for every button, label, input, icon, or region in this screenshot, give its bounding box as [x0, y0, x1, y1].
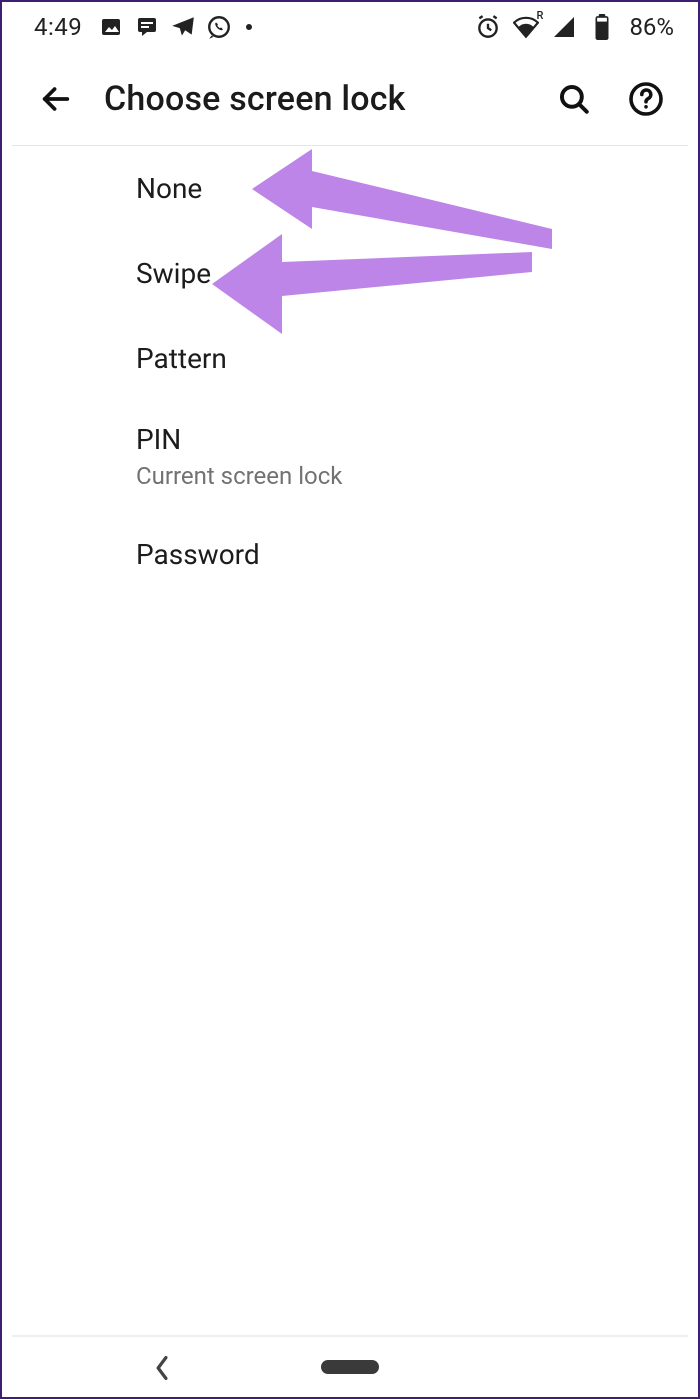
- help-button[interactable]: [624, 77, 668, 121]
- option-pattern[interactable]: Pattern: [12, 316, 688, 401]
- lock-options-list: None Swipe Pattern PIN Current screen lo…: [12, 146, 688, 1335]
- wifi-roaming-badge: R: [537, 9, 544, 22]
- help-icon: [628, 81, 664, 117]
- option-label: PIN: [136, 423, 688, 456]
- alarm-icon: [475, 14, 501, 40]
- back-button[interactable]: [34, 77, 78, 121]
- option-label: Password: [136, 538, 688, 571]
- battery-icon: [589, 14, 615, 40]
- option-label: Pattern: [136, 342, 688, 375]
- option-label: None: [136, 172, 688, 205]
- option-swipe[interactable]: Swipe: [12, 231, 688, 316]
- image-icon: [98, 14, 124, 40]
- home-gesture-pill[interactable]: [321, 1360, 379, 1374]
- option-label: Swipe: [136, 257, 688, 290]
- search-icon: [557, 82, 591, 116]
- messages-icon: [134, 14, 160, 40]
- search-button[interactable]: [552, 77, 596, 121]
- app-bar: Choose screen lock: [12, 52, 688, 146]
- chevron-left-icon: [152, 1355, 172, 1381]
- option-none[interactable]: None: [12, 146, 688, 231]
- page-title: Choose screen lock: [104, 79, 526, 119]
- arrow-left-icon: [39, 82, 73, 116]
- system-back-button[interactable]: [152, 1355, 172, 1385]
- telegram-icon: [170, 14, 196, 40]
- status-bar: 4:49 R: [12, 2, 688, 52]
- system-nav-bar: [12, 1337, 688, 1397]
- option-password[interactable]: Password: [12, 512, 688, 597]
- more-notifications-icon: [246, 24, 252, 30]
- battery-percent: 86%: [629, 13, 674, 41]
- wifi-icon: R: [513, 14, 539, 40]
- cellular-icon: [551, 14, 577, 40]
- status-time: 4:49: [34, 13, 82, 41]
- option-pin[interactable]: PIN Current screen lock: [12, 401, 688, 512]
- option-subtitle: Current screen lock: [136, 462, 688, 490]
- whatsapp-icon: [206, 14, 232, 40]
